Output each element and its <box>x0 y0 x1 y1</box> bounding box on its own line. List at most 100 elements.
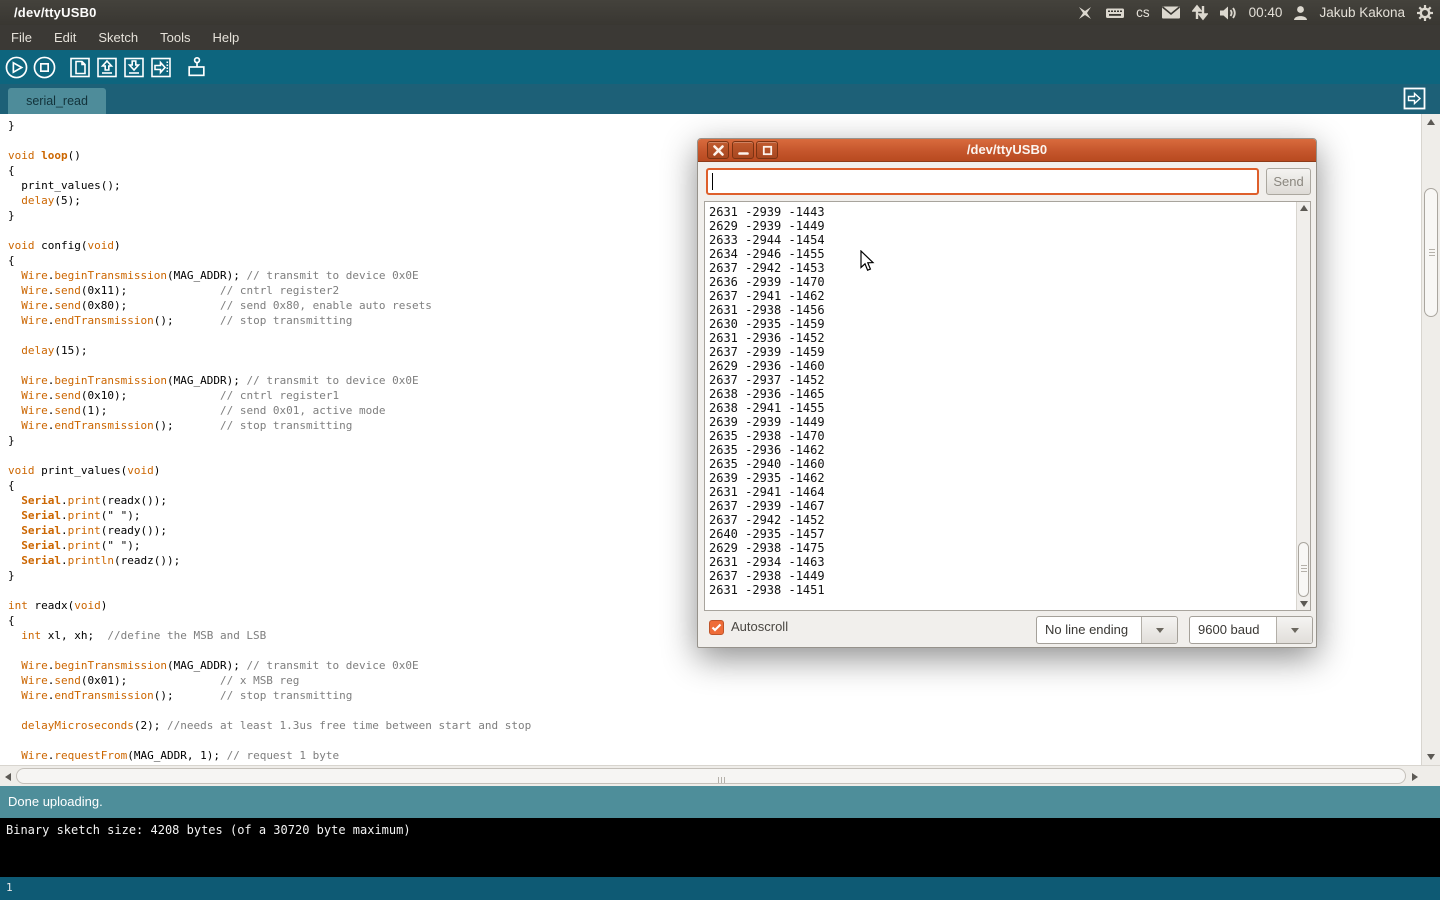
serial-row: 2630 -2935 -1459 <box>709 317 825 331</box>
line-number-strip: 1 <box>0 877 1440 900</box>
line-number: 1 <box>6 881 13 894</box>
serial-row: 2635 -2940 -1460 <box>709 457 825 471</box>
active-window-title: /dev/ttyUSB0 <box>0 5 97 20</box>
serial-row: 2636 -2939 -1470 <box>709 275 825 289</box>
serial-row: 2635 -2938 -1470 <box>709 429 825 443</box>
editor-vertical-scrollbar[interactable] <box>1421 114 1440 765</box>
screen: /dev/ttyUSB0 cs 00:40 Jakub Kakona FileE… <box>0 0 1440 900</box>
serial-row: 2629 -2939 -1449 <box>709 219 825 233</box>
scroll-right-arrow-icon[interactable] <box>1412 773 1418 781</box>
menu-sketch[interactable]: Sketch <box>87 25 149 50</box>
serial-row: 2639 -2935 -1462 <box>709 471 825 485</box>
mail-icon[interactable] <box>1161 5 1181 20</box>
serial-row: 2631 -2939 -1443 <box>709 205 825 219</box>
new-sketch-button[interactable] <box>69 56 91 79</box>
menu-file[interactable]: File <box>0 25 43 50</box>
serial-row: 2637 -2937 -1452 <box>709 373 825 387</box>
serial-row: 2629 -2936 -1460 <box>709 359 825 373</box>
serial-row: 2631 -2938 -1451 <box>709 583 825 597</box>
scroll-up-arrow-icon[interactable] <box>1427 119 1435 125</box>
minimize-button[interactable] <box>732 141 754 159</box>
serial-row: 2629 -2938 -1475 <box>709 541 825 555</box>
volume-icon[interactable] <box>1219 5 1238 21</box>
send-button[interactable]: Send <box>1266 168 1311 195</box>
serial-monitor-titlebar[interactable]: /dev/ttyUSB0 <box>698 139 1316 162</box>
maximize-button[interactable] <box>756 141 778 159</box>
verify-button[interactable] <box>5 56 28 79</box>
save-sketch-button[interactable] <box>123 56 145 79</box>
serial-output: 2631 -2939 -14432629 -2939 -14492633 -29… <box>709 205 825 597</box>
code-line <box>8 703 1421 718</box>
line-ending-value: No line ending <box>1045 617 1128 643</box>
user-name[interactable]: Jakub Kakona <box>1319 5 1405 20</box>
serial-row: 2634 -2946 -1455 <box>709 247 825 261</box>
console-text: Binary sketch size: 4208 bytes (of a 307… <box>6 823 411 837</box>
editor-horizontal-scrollbar[interactable] <box>0 765 1440 786</box>
scrollbar-grip <box>1301 565 1307 566</box>
tab-menu-icon[interactable] <box>1403 87 1426 110</box>
user-icon <box>1293 5 1308 21</box>
serial-scrollbar-thumb[interactable] <box>1298 542 1309 597</box>
mouse-cursor <box>860 250 875 277</box>
tab-bar: serial_read <box>0 84 1440 114</box>
scroll-left-arrow-icon[interactable] <box>5 773 11 781</box>
serial-monitor-window: /dev/ttyUSB0 Send 2631 -2939 -14432629 -… <box>697 138 1317 648</box>
close-button[interactable] <box>707 141 729 159</box>
keyboard-icon[interactable] <box>1105 5 1125 21</box>
pinwheel-icon[interactable] <box>1076 4 1094 22</box>
serial-row: 2637 -2939 -1467 <box>709 499 825 513</box>
dropdown-button[interactable] <box>1276 617 1312 643</box>
network-sync-icon[interactable] <box>1192 4 1208 21</box>
menu-edit[interactable]: Edit <box>43 25 87 50</box>
chevron-down-icon <box>1156 628 1164 633</box>
code-line: } <box>8 118 1421 133</box>
scrollbar-grip <box>718 777 719 783</box>
scrollbar-grip <box>1429 249 1435 250</box>
scroll-down-arrow-icon[interactable] <box>1300 601 1308 607</box>
build-console: Binary sketch size: 4208 bytes (of a 307… <box>0 818 1440 877</box>
scroll-up-arrow-icon[interactable] <box>1300 205 1308 211</box>
editor-vertical-scrollbar-thumb[interactable] <box>1424 188 1438 317</box>
serial-row: 2635 -2936 -1462 <box>709 443 825 457</box>
dropdown-button[interactable] <box>1141 617 1177 643</box>
system-tray: cs 00:40 Jakub Kakona <box>1076 0 1434 25</box>
stop-button[interactable] <box>33 56 56 79</box>
clock[interactable]: 00:40 <box>1249 5 1283 20</box>
serial-monitor-button[interactable] <box>185 56 208 79</box>
serial-input-field[interactable] <box>706 168 1259 195</box>
serial-row: 2633 -2944 -1454 <box>709 233 825 247</box>
code-line: Wire.send(0x01); // x MSB reg <box>8 673 1421 688</box>
line-ending-select[interactable]: No line ending <box>1036 616 1178 644</box>
tab-serial-read[interactable]: serial_read <box>8 88 106 114</box>
autoscroll-label: Autoscroll <box>731 619 788 634</box>
serial-row: 2637 -2938 -1449 <box>709 569 825 583</box>
serial-scrollbar[interactable] <box>1296 202 1310 610</box>
serial-row: 2631 -2941 -1464 <box>709 485 825 499</box>
serial-row: 2639 -2939 -1449 <box>709 415 825 429</box>
code-line: Wire.requestFrom(MAG_ADDR, 1); // reques… <box>8 748 1421 763</box>
autoscroll-checkbox[interactable] <box>709 620 724 635</box>
menu-help[interactable]: Help <box>201 25 250 50</box>
serial-monitor-title: /dev/ttyUSB0 <box>698 139 1316 162</box>
code-line: Wire.beginTransmission(MAG_ADDR); // tra… <box>8 658 1421 673</box>
baud-rate-select[interactable]: 9600 baud <box>1189 616 1313 644</box>
status-bar: Done uploading. <box>0 786 1440 818</box>
serial-output-area[interactable]: 2631 -2939 -14432629 -2939 -14492633 -29… <box>704 201 1311 611</box>
session-gear-icon[interactable] <box>1416 4 1434 22</box>
upload-button[interactable] <box>150 56 172 79</box>
menu-tools[interactable]: Tools <box>149 25 201 50</box>
serial-monitor-footer: Autoscroll No line ending 9600 baud <box>698 616 1316 644</box>
serial-row: 2631 -2938 -1456 <box>709 303 825 317</box>
system-panel: /dev/ttyUSB0 cs 00:40 Jakub Kakona <box>0 0 1440 25</box>
serial-row: 2637 -2939 -1459 <box>709 345 825 359</box>
status-message: Done uploading. <box>8 794 103 809</box>
open-sketch-button[interactable] <box>96 56 118 79</box>
menu-items: FileEditSketchToolsHelp <box>0 25 250 50</box>
scroll-down-arrow-icon[interactable] <box>1427 754 1435 760</box>
serial-row: 2637 -2942 -1452 <box>709 513 825 527</box>
menu-bar: FileEditSketchToolsHelp <box>0 25 1440 50</box>
keyboard-layout-indicator[interactable]: cs <box>1136 5 1150 20</box>
editor-horizontal-scrollbar-thumb[interactable] <box>16 768 1406 784</box>
ide-toolbar <box>0 50 1440 84</box>
code-line: Wire.endTransmission(); // stop transmit… <box>8 688 1421 703</box>
